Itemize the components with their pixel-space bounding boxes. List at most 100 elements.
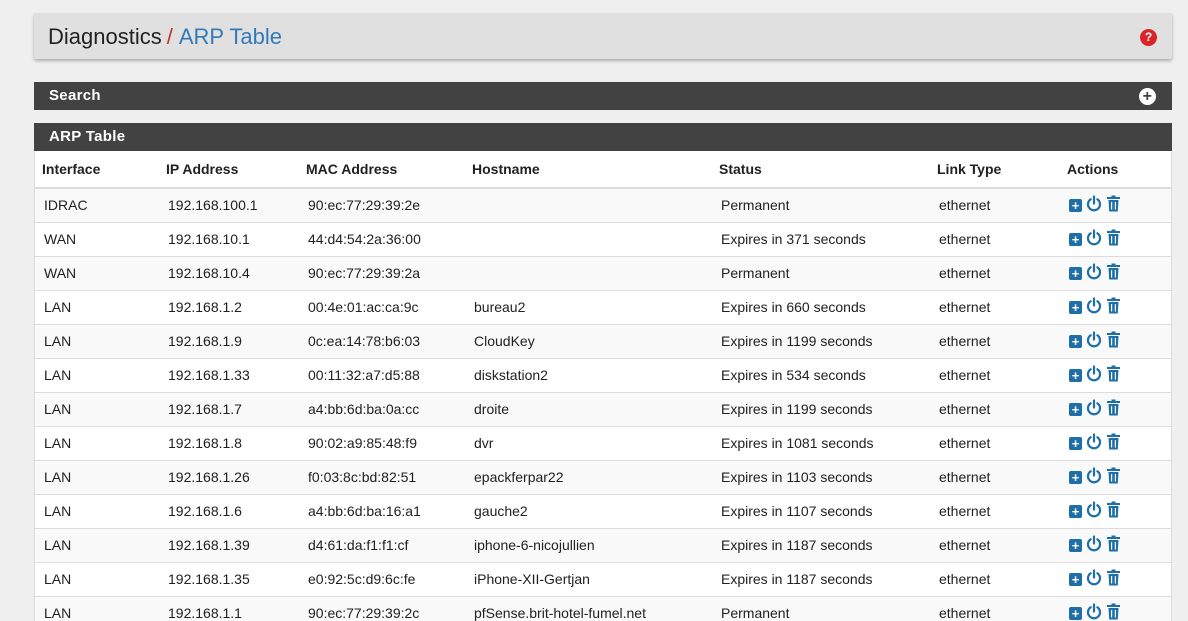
column-header-mac-address[interactable]: MAC Address xyxy=(299,151,465,189)
cell-hostname: gauche2 xyxy=(465,494,712,529)
add-static-mapping-icon[interactable]: + xyxy=(1069,504,1082,518)
search-panel-title: Search xyxy=(49,87,101,104)
column-header-status[interactable]: Status xyxy=(712,151,930,189)
cell-actions: + xyxy=(1060,256,1171,291)
cell-hostname: CloudKey xyxy=(465,324,712,359)
add-static-mapping-icon[interactable]: + xyxy=(1069,334,1082,348)
wake-on-lan-icon[interactable] xyxy=(1086,535,1102,555)
cell-status: Expires in 1199 seconds xyxy=(712,324,930,359)
cell-hostname xyxy=(465,222,712,257)
cell-mac-address: 90:02:a9:85:48:f9 xyxy=(299,426,465,461)
add-static-mapping-icon[interactable]: + xyxy=(1069,232,1082,246)
add-static-mapping-icon[interactable]: + xyxy=(1069,198,1082,212)
cell-link-type: ethernet xyxy=(930,596,1060,621)
help-icon[interactable]: ? xyxy=(1140,29,1157,46)
cell-link-type: ethernet xyxy=(930,290,1060,325)
delete-icon[interactable] xyxy=(1106,501,1121,521)
table-row: LAN 192.168.1.35 e0:92:5c:d9:6c:fe iPhone-X… xyxy=(35,562,1171,597)
column-header-actions: Actions xyxy=(1060,151,1171,189)
wake-on-lan-icon[interactable] xyxy=(1086,331,1102,351)
cell-status: Expires in 1199 seconds xyxy=(712,392,930,427)
delete-icon[interactable] xyxy=(1106,569,1121,589)
cell-hostname: bureau2 xyxy=(465,290,712,325)
page-header: Diagnostics / ARP Table ? xyxy=(34,13,1172,59)
wake-on-lan-icon[interactable] xyxy=(1086,263,1102,283)
wake-on-lan-icon[interactable] xyxy=(1086,195,1102,215)
cell-mac-address: a4:bb:6d:ba:0a:cc xyxy=(299,392,465,427)
cell-mac-address: 90:ec:77:29:39:2e xyxy=(299,188,465,223)
wake-on-lan-icon[interactable] xyxy=(1086,603,1102,621)
cell-status: Expires in 1187 seconds xyxy=(712,528,930,563)
cell-hostname: droite xyxy=(465,392,712,427)
table-row: WAN 192.168.10.4 90:ec:77:29:39:2a Permanen… xyxy=(35,256,1171,291)
add-static-mapping-icon[interactable]: + xyxy=(1069,300,1082,314)
cell-actions: + xyxy=(1060,222,1171,257)
add-static-mapping-icon[interactable]: + xyxy=(1069,572,1082,586)
delete-icon[interactable] xyxy=(1106,467,1121,487)
table-row: IDRAC 192.168.100.1 90:ec:77:29:39:2e Perma… xyxy=(35,188,1171,223)
wake-on-lan-icon[interactable] xyxy=(1086,365,1102,385)
cell-ip-address: 192.168.10.4 xyxy=(159,256,299,291)
add-static-mapping-icon[interactable]: + xyxy=(1069,368,1082,382)
wake-on-lan-icon[interactable] xyxy=(1086,399,1102,419)
column-header-link-type[interactable]: Link Type xyxy=(930,151,1060,189)
column-header-hostname[interactable]: Hostname xyxy=(465,151,712,189)
add-static-mapping-icon[interactable]: + xyxy=(1069,266,1082,280)
breadcrumb-arp-table[interactable]: ARP Table xyxy=(179,24,282,49)
wake-on-lan-icon[interactable] xyxy=(1086,297,1102,317)
cell-interface: WAN xyxy=(35,256,159,291)
delete-icon[interactable] xyxy=(1106,195,1121,215)
delete-icon[interactable] xyxy=(1106,331,1121,351)
cell-mac-address: 0c:ea:14:78:b6:03 xyxy=(299,324,465,359)
wake-on-lan-icon[interactable] xyxy=(1086,467,1102,487)
cell-status: Expires in 1107 seconds xyxy=(712,494,930,529)
delete-icon[interactable] xyxy=(1106,433,1121,453)
table-row: LAN 192.168.1.8 90:02:a9:85:48:f9 dvr Expire… xyxy=(35,426,1171,461)
delete-icon[interactable] xyxy=(1106,263,1121,283)
wake-on-lan-icon[interactable] xyxy=(1086,229,1102,249)
wake-on-lan-icon[interactable] xyxy=(1086,433,1102,453)
delete-icon[interactable] xyxy=(1106,535,1121,555)
cell-hostname: dvr xyxy=(465,426,712,461)
cell-ip-address: 192.168.1.6 xyxy=(159,494,299,529)
cell-interface: LAN xyxy=(35,392,159,427)
cell-mac-address: 90:ec:77:29:39:2c xyxy=(299,596,465,621)
cell-interface: LAN xyxy=(35,596,159,621)
cell-mac-address: 00:4e:01:ac:ca:9c xyxy=(299,290,465,325)
cell-status: Expires in 371 seconds xyxy=(712,222,930,257)
cell-hostname: iPhone-XII-Gertjan xyxy=(465,562,712,597)
cell-ip-address: 192.168.1.26 xyxy=(159,460,299,495)
cell-actions: + xyxy=(1060,426,1171,461)
cell-mac-address: a4:bb:6d:ba:16:a1 xyxy=(299,494,465,529)
cell-hostname xyxy=(465,188,712,223)
cell-link-type: ethernet xyxy=(930,392,1060,427)
cell-ip-address: 192.168.1.7 xyxy=(159,392,299,427)
delete-icon[interactable] xyxy=(1106,603,1121,621)
column-header-interface[interactable]: Interface xyxy=(35,151,159,189)
add-static-mapping-icon[interactable]: + xyxy=(1069,436,1082,450)
breadcrumb-diagnostics[interactable]: Diagnostics xyxy=(48,24,162,49)
arp-panel-title: ARP Table xyxy=(49,128,126,145)
cell-actions: + xyxy=(1060,358,1171,393)
cell-status: Permanent xyxy=(712,596,930,621)
arp-panel-heading: ARP Table xyxy=(34,123,1172,151)
add-static-mapping-icon[interactable]: + xyxy=(1069,470,1082,484)
add-static-mapping-icon[interactable]: + xyxy=(1069,402,1082,416)
cell-actions: + xyxy=(1060,596,1171,621)
cell-hostname: iphone-6-nicojullien xyxy=(465,528,712,563)
wake-on-lan-icon[interactable] xyxy=(1086,569,1102,589)
table-row: LAN 192.168.1.2 00:4e:01:ac:ca:9c bureau2 Ex… xyxy=(35,290,1171,325)
delete-icon[interactable] xyxy=(1106,399,1121,419)
wake-on-lan-icon[interactable] xyxy=(1086,501,1102,521)
cell-interface: LAN xyxy=(35,290,159,325)
cell-status: Expires in 660 seconds xyxy=(712,290,930,325)
delete-icon[interactable] xyxy=(1106,229,1121,249)
delete-icon[interactable] xyxy=(1106,297,1121,317)
cell-status: Expires in 1081 seconds xyxy=(712,426,930,461)
arp-table-body: IDRAC 192.168.100.1 90:ec:77:29:39:2e Perma… xyxy=(35,188,1171,621)
delete-icon[interactable] xyxy=(1106,365,1121,385)
plus-circle-icon[interactable]: + xyxy=(1139,88,1156,105)
add-static-mapping-icon[interactable]: + xyxy=(1069,538,1082,552)
column-header-ip-address[interactable]: IP Address xyxy=(159,151,299,189)
add-static-mapping-icon[interactable]: + xyxy=(1069,606,1082,620)
